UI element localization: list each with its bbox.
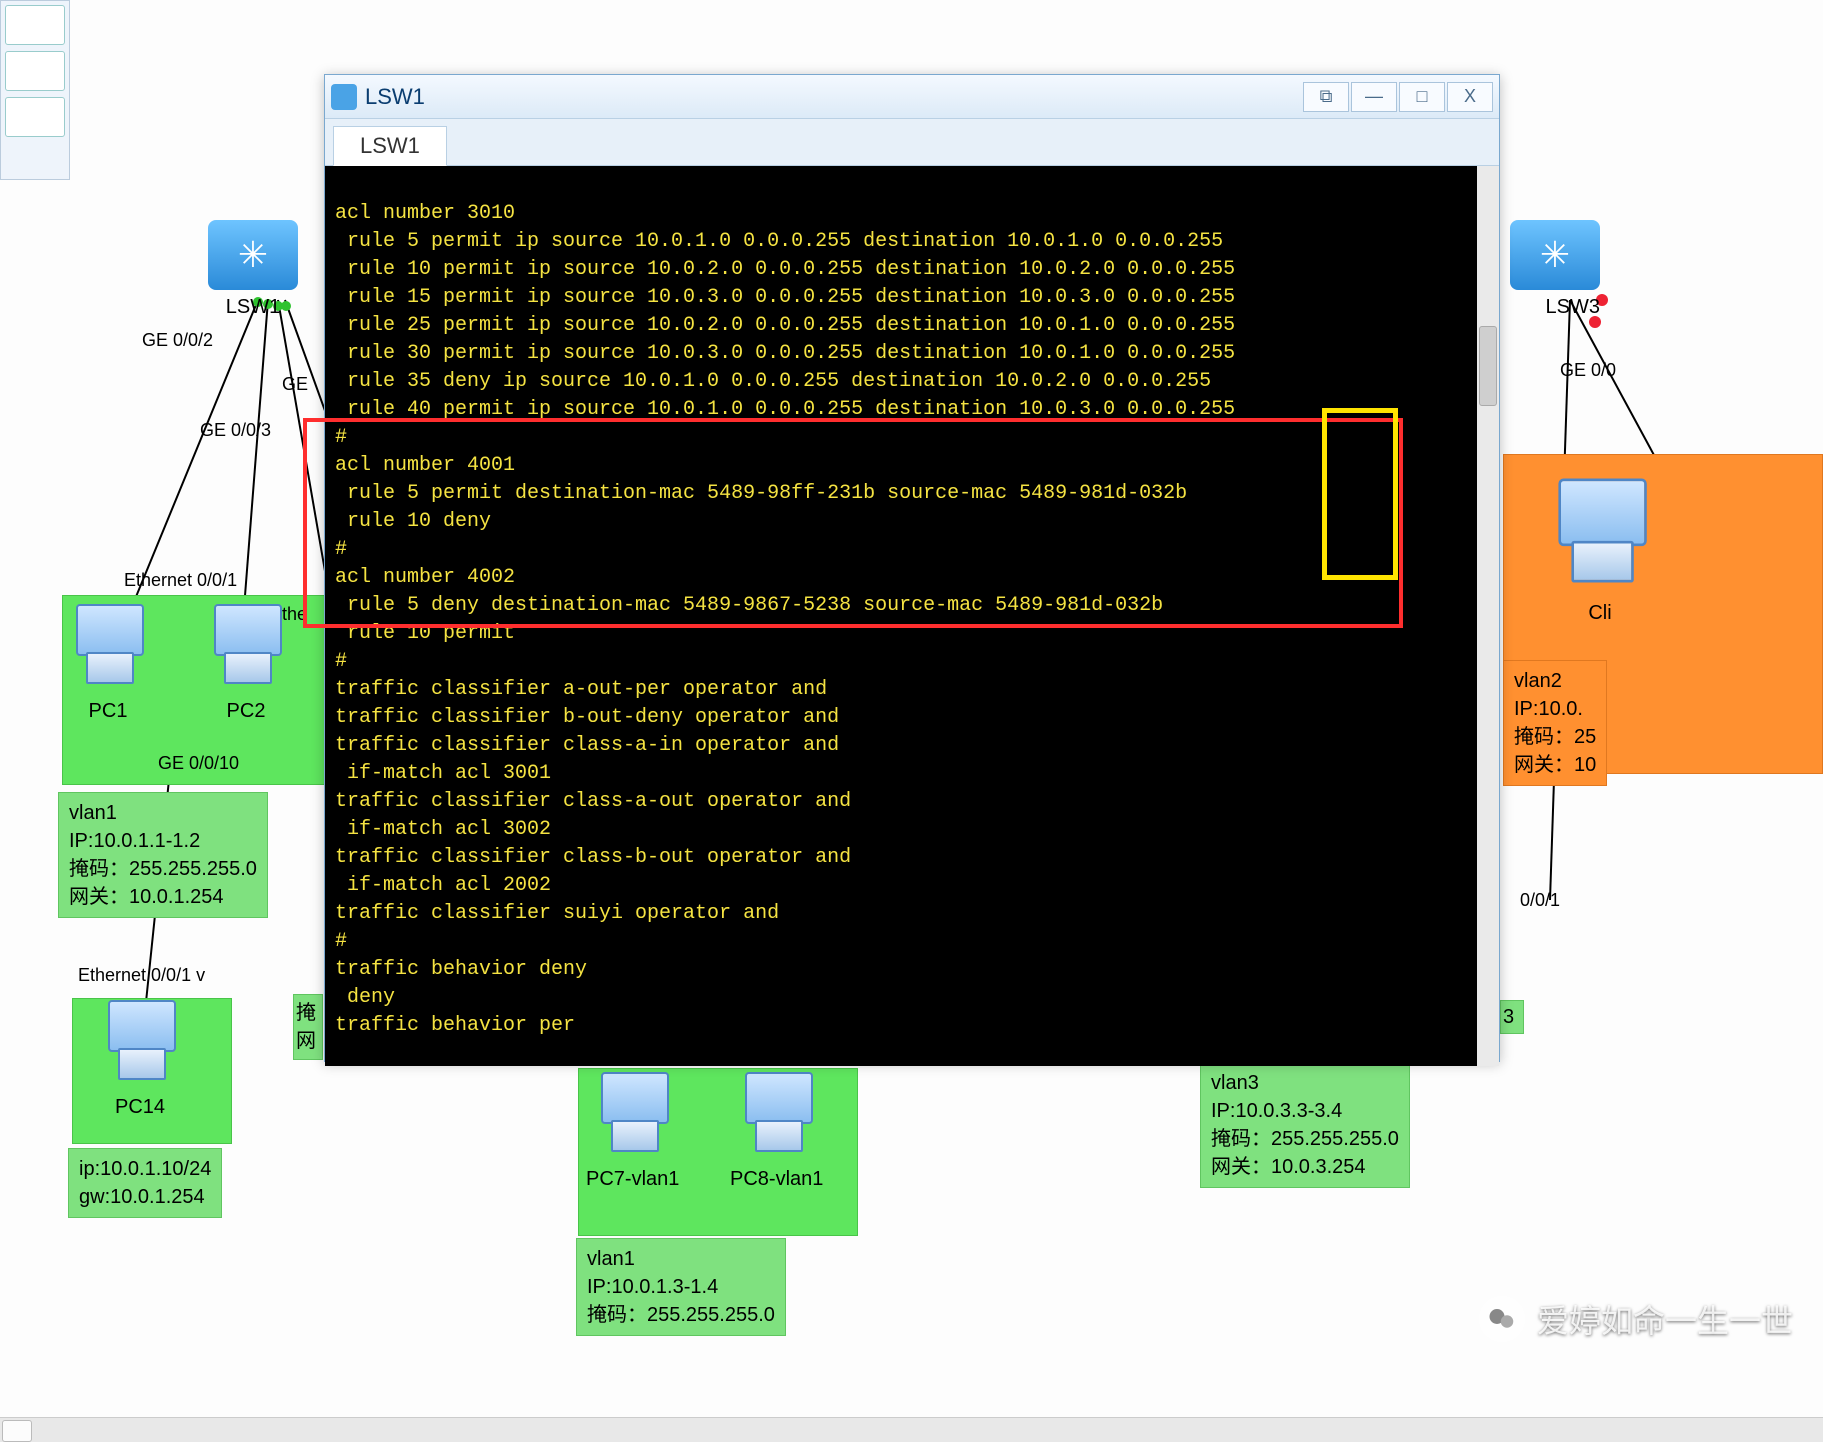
port-label: GE 0/0 — [1560, 360, 1616, 381]
pc-icon — [206, 604, 286, 694]
info-line: vlan3 — [1211, 1069, 1399, 1097]
device-pc1[interactable]: PC1 — [68, 604, 148, 723]
info-line: 网 — [296, 1027, 320, 1055]
close-button[interactable]: X — [1447, 82, 1493, 112]
info-line: 掩码：25 — [1514, 723, 1596, 751]
window-titlebar[interactable]: LSW1 ⧉ — □ X — [325, 75, 1499, 119]
info-pc14: ip:10.0.1.10/24 gw:10.0.1.254 — [68, 1148, 222, 1218]
port-label: GE 0/0/10 — [158, 753, 239, 774]
pc-icon — [100, 1000, 180, 1090]
device-label: PC8-vlan1 — [730, 1168, 823, 1191]
tabstrip: LSW1 — [325, 119, 1499, 166]
info-line: 掩码：255.255.255.0 — [1211, 1125, 1399, 1153]
terminal-output[interactable]: acl number 3010 rule 5 permit ip source … — [325, 166, 1499, 1066]
info-line: 3 — [1503, 1003, 1521, 1031]
info-line: 网关：10 — [1514, 751, 1596, 779]
info-line: 网关：10.0.1.254 — [69, 883, 257, 911]
dock-button[interactable]: ⧉ — [1303, 82, 1349, 112]
maximize-button[interactable]: □ — [1399, 82, 1445, 112]
device-label: LSW3 — [1510, 296, 1600, 319]
device-label: PC2 — [206, 700, 286, 723]
watermark: 爱婷如命一生一世 — [1479, 1296, 1793, 1342]
device-pc8[interactable]: PC8-vlan1 — [730, 1072, 823, 1191]
device-pc2[interactable]: PC2 — [206, 604, 286, 723]
device-label: LSW1 — [208, 296, 298, 319]
port-label: Ethernet 0/0/1 — [124, 570, 237, 591]
info-line: vlan1 — [69, 799, 257, 827]
minimize-button[interactable]: — — [1351, 82, 1397, 112]
vertical-scrollbar[interactable] — [1477, 166, 1499, 1066]
pc-icon — [737, 1072, 817, 1162]
switch-icon — [1510, 220, 1600, 290]
info-line: vlan1 — [587, 1245, 775, 1273]
info-line: IP:10.0.1.1-1.2 — [69, 827, 257, 855]
port-label: Ethernet 0/0/1 v — [78, 965, 205, 986]
info-line: 网关：10.0.3.254 — [1211, 1153, 1399, 1181]
info-line: IP:10.0.1.3-1.4 — [587, 1273, 775, 1301]
device-label: PC7-vlan1 — [586, 1168, 679, 1191]
watermark-text: 爱婷如命一生一世 — [1537, 1296, 1793, 1342]
info-fragment: 3 — [1500, 1000, 1524, 1034]
palette-item[interactable] — [5, 51, 65, 91]
device-lsw3[interactable]: LSW3 — [1510, 220, 1600, 319]
info-line: vlan2 — [1514, 667, 1596, 695]
device-label: PC1 — [68, 700, 148, 723]
switch-icon — [208, 220, 298, 290]
device-lsw1[interactable]: LSW1 — [208, 220, 298, 319]
info-line: gw:10.0.1.254 — [79, 1183, 211, 1211]
port-label: GE 0/0/3 — [200, 420, 271, 441]
port-label: GE — [282, 374, 308, 395]
device-pc7[interactable]: PC7-vlan1 — [586, 1072, 679, 1191]
app-icon — [331, 84, 357, 110]
terminal-text: acl number 3010 rule 5 permit ip source … — [335, 202, 1235, 1037]
horizontal-scrollbar[interactable] — [0, 1417, 1823, 1442]
palette-item[interactable] — [5, 97, 65, 137]
scrollbar-thumb[interactable] — [1479, 326, 1497, 406]
device-pc14[interactable]: PC14 — [100, 1000, 180, 1119]
info-line: 掩码：255.255.255.0 — [69, 855, 257, 883]
wechat-icon — [1479, 1296, 1525, 1342]
info-vlan2: vlan2 IP:10.0. 掩码：25 网关：10 — [1503, 660, 1607, 786]
info-vlan3: vlan3 IP:10.0.3.3-3.4 掩码：255.255.255.0 网… — [1200, 1062, 1410, 1188]
info-line: IP:10.0. — [1514, 695, 1596, 723]
info-vlan1b: vlan1 IP:10.0.1.3-1.4 掩码：255.255.255.0 — [576, 1238, 786, 1336]
info-line: 掩码：255.255.255.0 — [587, 1301, 775, 1329]
device-label: PC14 — [100, 1096, 180, 1119]
info-line: IP:10.0.3.3-3.4 — [1211, 1097, 1399, 1125]
device-client[interactable]: Cli — [1560, 492, 1640, 625]
pc-icon — [593, 1072, 673, 1162]
pc-icon — [1548, 479, 1652, 596]
tab-lsw1[interactable]: LSW1 — [333, 126, 447, 166]
palette-item[interactable] — [5, 5, 65, 45]
info-vlan1: vlan1 IP:10.0.1.1-1.2 掩码：255.255.255.0 网… — [58, 792, 268, 918]
toolbar-palette[interactable] — [0, 0, 70, 180]
device-label: Cli — [1560, 602, 1640, 625]
terminal-window[interactable]: LSW1 ⧉ — □ X LSW1 acl number 3010 rule 5… — [324, 74, 1500, 1062]
port-label: 0/0/1 — [1520, 890, 1560, 911]
window-title: LSW1 — [365, 84, 425, 110]
port-label: GE 0/0/2 — [142, 330, 213, 351]
info-line: 掩 — [296, 999, 320, 1027]
pc-icon — [68, 604, 148, 694]
info-line: ip:10.0.1.10/24 — [79, 1155, 211, 1183]
info-fragment: 掩 网 — [293, 994, 323, 1060]
